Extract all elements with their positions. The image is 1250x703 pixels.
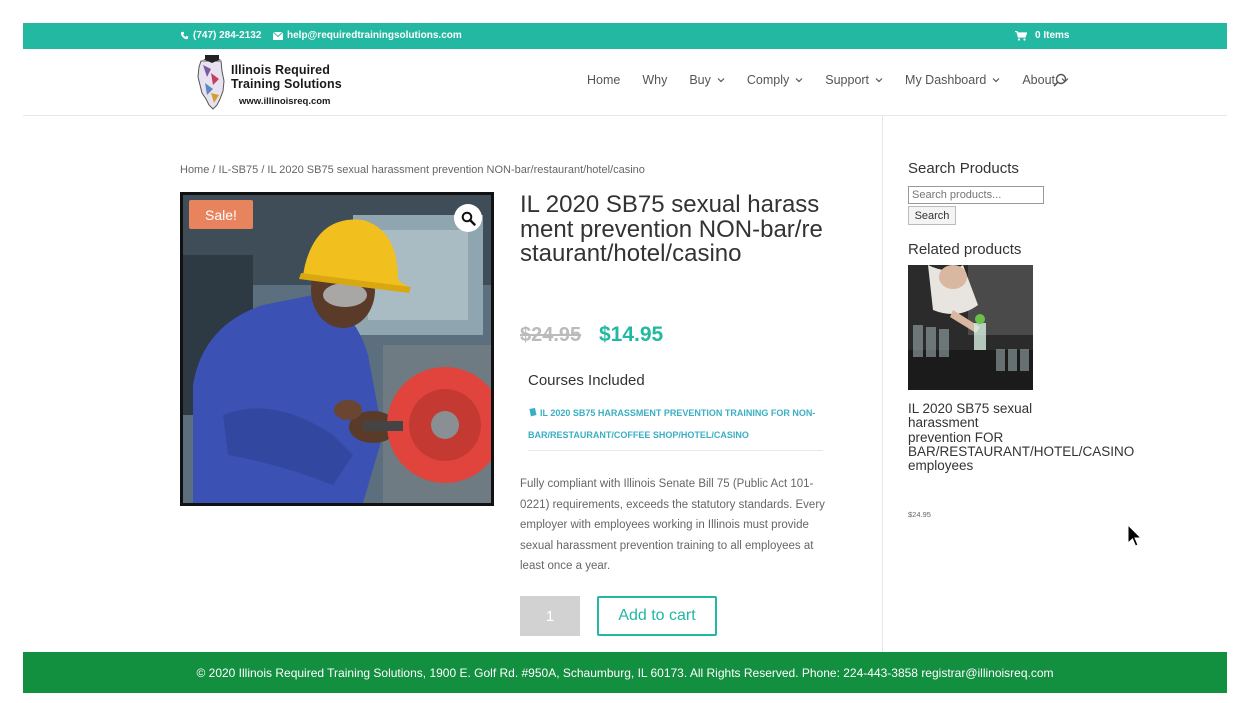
chevron-down-icon [717,78,725,83]
site-footer: © 2020 Illinois Required Training Soluti… [23,652,1227,693]
chevron-down-icon [875,78,883,83]
footer-text: © 2020 Illinois Required Training Soluti… [196,665,1054,680]
nav-item-why[interactable]: Why [642,73,667,87]
phone-icon [180,31,189,40]
phone-number: (747) 284-2132 [193,30,262,41]
book-icon [528,408,537,417]
courses-included-heading: Courses Included [528,372,645,389]
phone-link[interactable]: (747) 284-2132 [180,30,261,41]
envelope-icon [273,31,283,40]
course-link-text: IL 2020 SB75 HARASSMENT PREVENTION TRAIN… [528,408,816,440]
magnifier-icon [461,211,476,226]
related-product-image[interactable] [908,265,1033,390]
nav-item-home[interactable]: Home [587,73,620,87]
nav-item-support[interactable]: Support [825,73,883,87]
nav-item-label: Buy [689,73,711,87]
main-nav: Home Why Buy Comply Support My Dashboard… [587,73,1069,87]
add-to-cart-button[interactable]: Add to cart [597,596,717,636]
page-frame: (747) 284-2132 help@requiredtrainingsolu… [23,23,1227,693]
sidebar-divider [882,116,883,652]
search-products-input[interactable] [908,186,1044,204]
search-products-button[interactable]: Search [908,206,956,225]
logo-line-1: Illinois Required [231,63,330,77]
product-title: IL 2020 SB75 sexual harassment preventio… [520,191,823,267]
email-link[interactable]: help@requiredtrainingsolutions.com [273,30,462,41]
related-products-heading: Related products [908,241,1022,258]
nav-item-label: My Dashboard [905,73,987,87]
breadcrumb[interactable]: Home / IL-SB75 / IL 2020 SB75 sexual har… [180,164,645,176]
chevron-down-icon [795,78,803,83]
product-image[interactable] [180,192,494,506]
nav-item-buy[interactable]: Buy [689,73,725,87]
nav-item-comply[interactable]: Comply [747,73,803,87]
nav-item-label: About [1022,73,1055,87]
bartender-photo [908,265,1033,390]
cart-link[interactable]: 0 Items [1015,30,1069,41]
illinois-map-icon [197,55,225,110]
search-icon[interactable] [1053,73,1067,87]
zoom-button[interactable] [454,204,482,232]
logo-url: www.illinoisreq.com [239,96,331,107]
search-products-heading: Search Products [908,160,1019,177]
course-link[interactable]: IL 2020 SB75 HARASSMENT PREVENTION TRAIN… [528,402,823,451]
nav-item-label: Comply [746,73,790,87]
top-bar: (747) 284-2132 help@requiredtrainingsolu… [23,23,1227,49]
logo-line-2: Training Solutions [231,77,342,91]
product-description: Fully compliant with Illinois Senate Bil… [520,478,825,572]
nav-item-label: Home [586,73,621,87]
cart-icon [1015,30,1027,41]
nav-item-label: Support [825,73,870,87]
chevron-down-icon [992,78,1000,83]
price-sale: $14.95 [599,323,664,346]
email-address: help@requiredtrainingsolutions.com [287,30,462,41]
site-header: Illinois Required Training Solutions www… [23,49,1227,116]
nav-item-my-dashboard[interactable]: My Dashboard [905,73,1000,87]
cart-count: 0 Items [1035,30,1070,41]
price-original: $24.95 [520,324,582,346]
main-content: Home / IL-SB75 / IL 2020 SB75 sexual har… [23,116,1227,652]
worker-grinding-photo [183,195,491,503]
quantity-input[interactable] [520,596,580,636]
related-product-title[interactable]: IL 2020 SB75 sexual harassment preventio… [908,401,1134,473]
related-product-price: $24.95 [908,510,931,519]
site-logo[interactable]: Illinois Required Training Solutions www… [193,55,373,111]
mouse-cursor-icon [1127,524,1143,547]
nav-item-label: Why [642,73,668,87]
sale-badge: Sale! [189,200,253,229]
